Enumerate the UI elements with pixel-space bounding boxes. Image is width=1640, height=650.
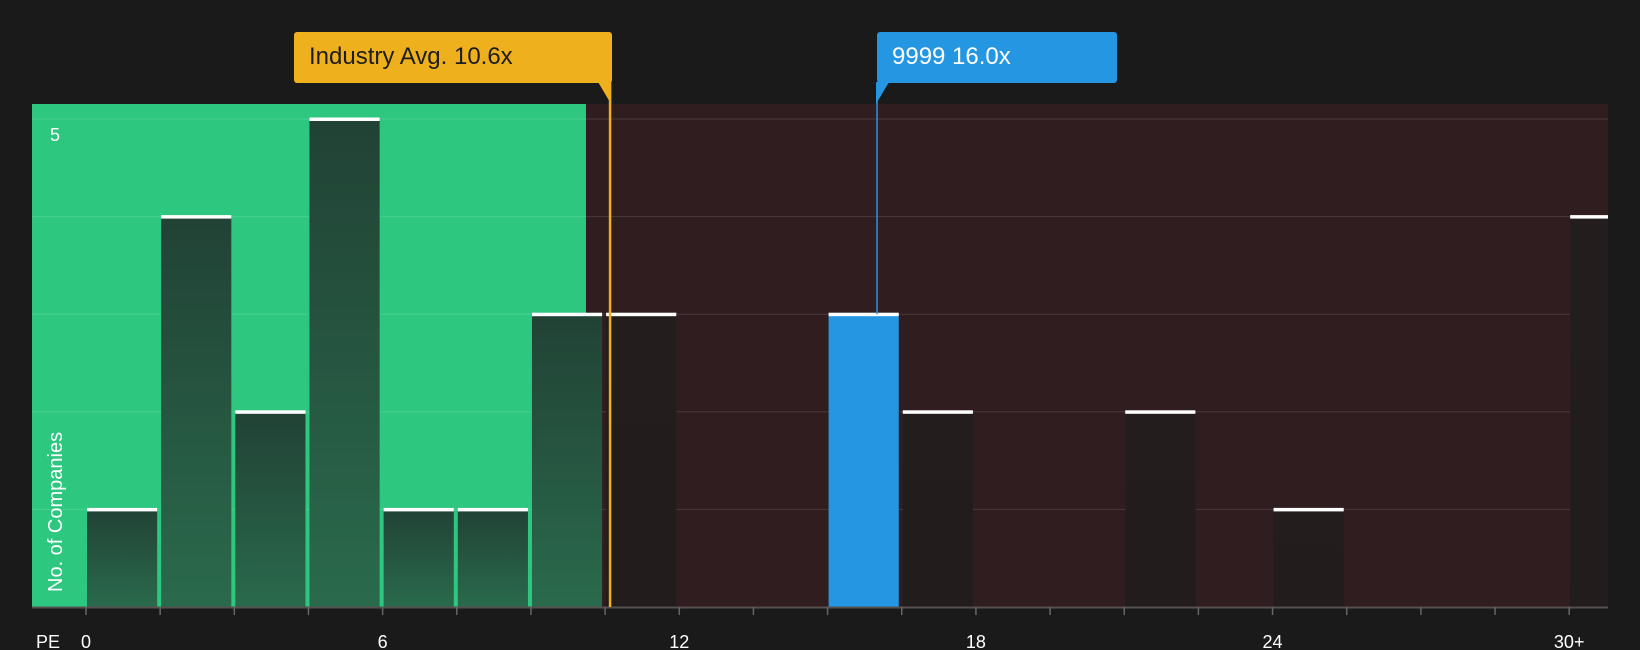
histogram-bar [309,119,380,607]
bar-top-line [235,410,306,414]
bar-top-line [1273,507,1344,512]
y-tick-label: 5 [50,125,60,145]
bar-top-line [531,312,603,317]
x-tick-label: 24 [1263,632,1283,650]
x-tick-label: 0 [81,632,91,650]
x-tick-label: 30+ [1554,632,1585,650]
histogram-bar [1570,216,1608,607]
bar-top-line [828,312,899,317]
x-tick-label: 12 [669,632,689,650]
industry-average-label: Industry Avg. 10.6x [309,43,513,70]
histogram-bar [161,216,232,607]
histogram-bar [606,314,677,607]
bar-top-line [1570,215,1608,219]
company-pe-label: 9999 16.0x [892,43,1011,70]
x-axis-title: PE [36,632,60,650]
bar-top-line [902,410,973,414]
bar-top-line [161,215,232,219]
bar-top-line [1125,410,1196,414]
bar-top-line [457,507,528,512]
pe-distribution-chart: 5 No. of Companies PE 0 6 12 18 24 30+ [32,76,1608,650]
bar-top-line [87,507,158,512]
histogram-bar [1273,509,1344,607]
y-axis-title: No. of Companies [45,432,67,592]
bar-top-line [383,507,454,512]
histogram-bar [457,509,528,607]
bar-top-line [606,312,677,317]
histogram-bar [87,509,158,607]
histogram-bar [1125,411,1196,607]
histogram-bar [902,411,973,607]
bar-top-line [309,117,380,121]
histogram-bar [828,314,899,607]
x-tick-label: 6 [378,632,388,650]
company-callout-pointer [876,82,890,104]
x-tick-label: 18 [966,632,986,650]
overvalued-region [586,104,1608,607]
company-pe-callout: 9999 16.0x [877,32,1117,83]
histogram-bar [383,509,454,607]
histogram-bar [235,411,306,607]
histogram-bar [531,314,603,607]
industry-average-callout: Industry Avg. 10.6x [294,32,612,83]
